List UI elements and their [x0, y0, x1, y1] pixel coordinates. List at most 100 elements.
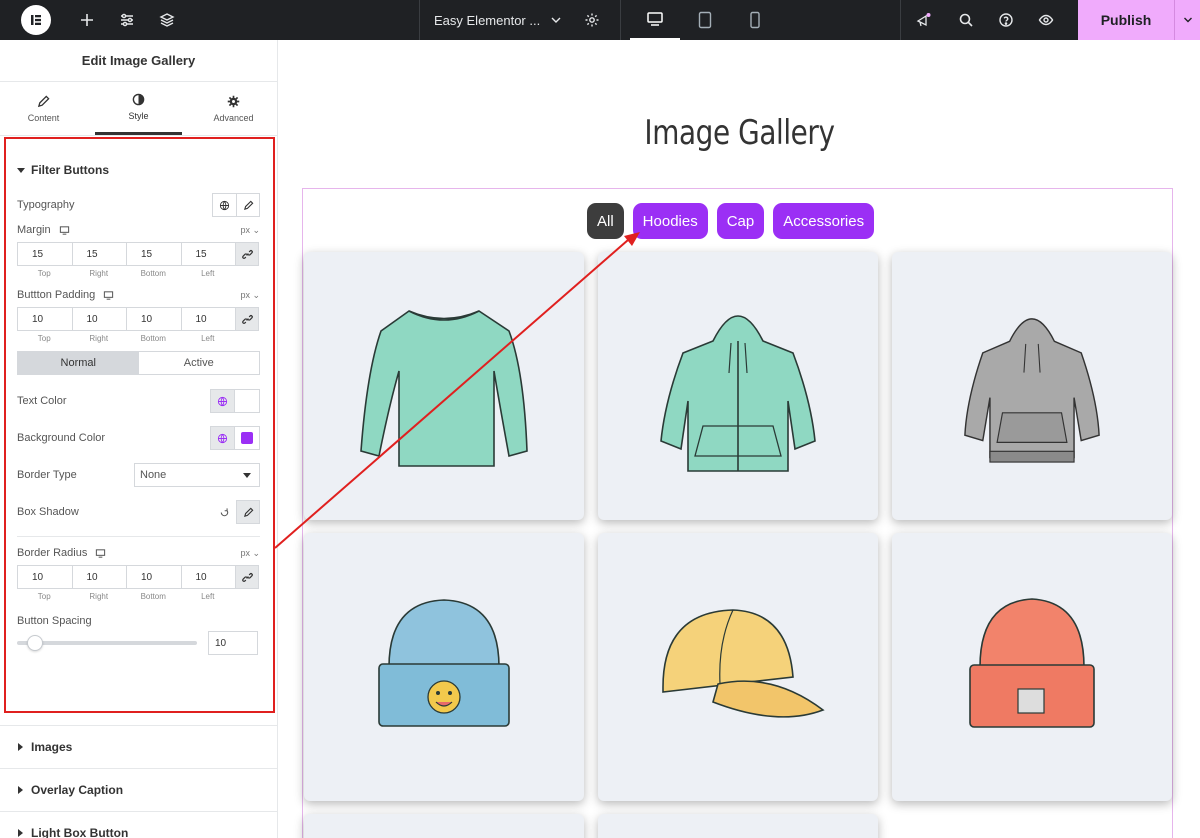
border-radius-dimensions: 10 10 10 10	[17, 565, 260, 589]
images-section[interactable]: Images	[0, 725, 278, 767]
margin-top-input[interactable]: 15	[17, 242, 72, 266]
tab-style-label: Style	[128, 111, 149, 121]
caret-right-icon	[18, 828, 23, 837]
slider-handle[interactable]	[27, 635, 43, 651]
button-spacing-control: 10	[17, 631, 260, 655]
gray-hoodie-image	[964, 318, 1100, 463]
padding-unit-select[interactable]: px ⌄	[240, 290, 260, 301]
overlay-caption-section[interactable]: Overlay Caption	[0, 768, 278, 810]
border-radius-unit-select[interactable]: px ⌄	[240, 548, 260, 559]
border-type-select[interactable]: None	[134, 463, 260, 487]
tab-advanced[interactable]: Advanced	[190, 82, 277, 135]
background-color-label: Background Color	[17, 432, 106, 444]
gallery-item-long-sleeve-shirt[interactable]	[304, 252, 584, 520]
desktop-responsive-icon[interactable]	[95, 548, 106, 559]
gallery-item-yellow-cap[interactable]	[598, 533, 878, 801]
light-box-button-section[interactable]: Light Box Button	[0, 811, 278, 838]
gallery-item-zip-hoodie[interactable]	[598, 252, 878, 520]
layers-icon[interactable]	[147, 0, 187, 40]
caret-down-icon	[243, 472, 251, 478]
link-values-icon[interactable]	[235, 565, 259, 589]
radius-right-input[interactable]: 10	[71, 565, 126, 589]
gallery-item-red-beanie[interactable]	[892, 533, 1172, 801]
desktop-responsive-icon[interactable]	[103, 290, 114, 301]
tab-style[interactable]: Style	[95, 82, 182, 135]
add-icon[interactable]	[67, 0, 107, 40]
button-spacing-label: Button Spacing	[17, 615, 92, 627]
gear-icon	[227, 95, 240, 107]
mobile-view-icon[interactable]	[730, 0, 780, 40]
global-typography-globe-icon[interactable]	[212, 193, 236, 217]
whats-new-megaphone-icon[interactable]	[900, 0, 946, 40]
gallery-item[interactable]	[598, 814, 878, 838]
padding-right-input[interactable]: 10	[71, 307, 126, 331]
editor-panel: Edit Image Gallery Content Style Advance…	[0, 40, 278, 838]
gallery-item-blue-beanie[interactable]	[304, 533, 584, 801]
filter-accessories-button[interactable]: Accessories	[773, 203, 875, 239]
gallery-item[interactable]	[304, 814, 584, 838]
button-spacing-slider[interactable]	[17, 635, 197, 651]
dim-label-right: Right	[89, 592, 109, 601]
state-normal-tab[interactable]: Normal	[18, 352, 139, 374]
background-color-control	[210, 426, 260, 450]
margin-dimensions: 15 15 15 15	[17, 242, 260, 266]
state-active-tab[interactable]: Active	[139, 352, 260, 374]
state-toggle: Normal Active	[17, 351, 260, 375]
page-settings-gear-icon[interactable]	[584, 12, 600, 31]
margin-left-input[interactable]: 15	[180, 242, 235, 266]
background-color-swatch[interactable]	[235, 427, 259, 449]
search-icon[interactable]	[946, 0, 986, 40]
gallery-item-gray-hoodie[interactable]	[892, 252, 1172, 520]
device-switcher	[630, 0, 780, 40]
pencil-icon	[37, 94, 50, 107]
help-icon[interactable]	[986, 0, 1026, 40]
publish-options-chevron-icon[interactable]	[1174, 0, 1200, 40]
global-color-globe-icon[interactable]	[211, 427, 235, 449]
filter-hoodies-button[interactable]: Hoodies	[632, 203, 708, 239]
filter-all-button[interactable]: All	[587, 203, 624, 239]
margin-unit-select[interactable]: px ⌄	[240, 225, 260, 236]
elementor-logo-icon[interactable]	[21, 5, 51, 35]
radius-left-input[interactable]: 10	[180, 565, 235, 589]
filter-cap-button[interactable]: Cap	[716, 203, 765, 239]
margin-right-input[interactable]: 15	[71, 242, 126, 266]
text-color-swatch[interactable]	[235, 390, 259, 412]
long-sleeve-shirt-image	[360, 310, 528, 467]
edit-box-shadow-pencil-icon[interactable]	[236, 500, 260, 524]
top-bar: Easy Elementor ... Publish	[0, 0, 1200, 40]
link-values-icon[interactable]	[235, 242, 259, 266]
reset-icon[interactable]	[219, 507, 230, 518]
filter-bar: All Hoodies Cap Accessories	[587, 203, 883, 239]
padding-bottom-input[interactable]: 10	[126, 307, 181, 331]
blue-beanie-image	[378, 599, 510, 727]
padding-top-input[interactable]: 10	[17, 307, 72, 331]
publish-button[interactable]: Publish	[1078, 0, 1174, 40]
global-color-globe-icon[interactable]	[211, 390, 235, 412]
tablet-view-icon[interactable]	[680, 0, 730, 40]
caret-right-icon	[18, 785, 23, 794]
padding-left-input[interactable]: 10	[180, 307, 235, 331]
site-name-dropdown[interactable]: Easy Elementor ...	[420, 0, 620, 40]
button-spacing-input[interactable]: 10	[208, 631, 258, 655]
dim-label-top: Top	[37, 269, 51, 278]
desktop-responsive-icon[interactable]	[59, 225, 70, 236]
tab-content[interactable]: Content	[0, 82, 87, 135]
desktop-view-icon[interactable]	[630, 0, 680, 40]
padding-unit: px	[240, 289, 250, 300]
radius-bottom-input[interactable]: 10	[126, 565, 181, 589]
caret-right-icon	[18, 742, 23, 751]
margin-unit: px	[240, 224, 250, 235]
link-values-icon[interactable]	[235, 307, 259, 331]
edit-typography-pencil-icon[interactable]	[236, 193, 260, 217]
padding-dimensions: 10 10 10 10	[17, 307, 260, 331]
border-type-label: Border Type	[17, 469, 77, 481]
radius-top-input[interactable]: 10	[17, 565, 72, 589]
contrast-icon	[132, 93, 145, 106]
preview-eye-icon[interactable]	[1026, 0, 1066, 40]
margin-bottom-input[interactable]: 15	[126, 242, 181, 266]
section-toggle[interactable]: Filter Buttons	[17, 139, 260, 201]
dim-label-top: Top	[37, 334, 51, 343]
panel-tabs: Content Style Advanced	[0, 82, 277, 136]
site-settings-sliders-icon[interactable]	[107, 0, 147, 40]
site-name-label: Easy Elementor ...	[434, 12, 541, 28]
